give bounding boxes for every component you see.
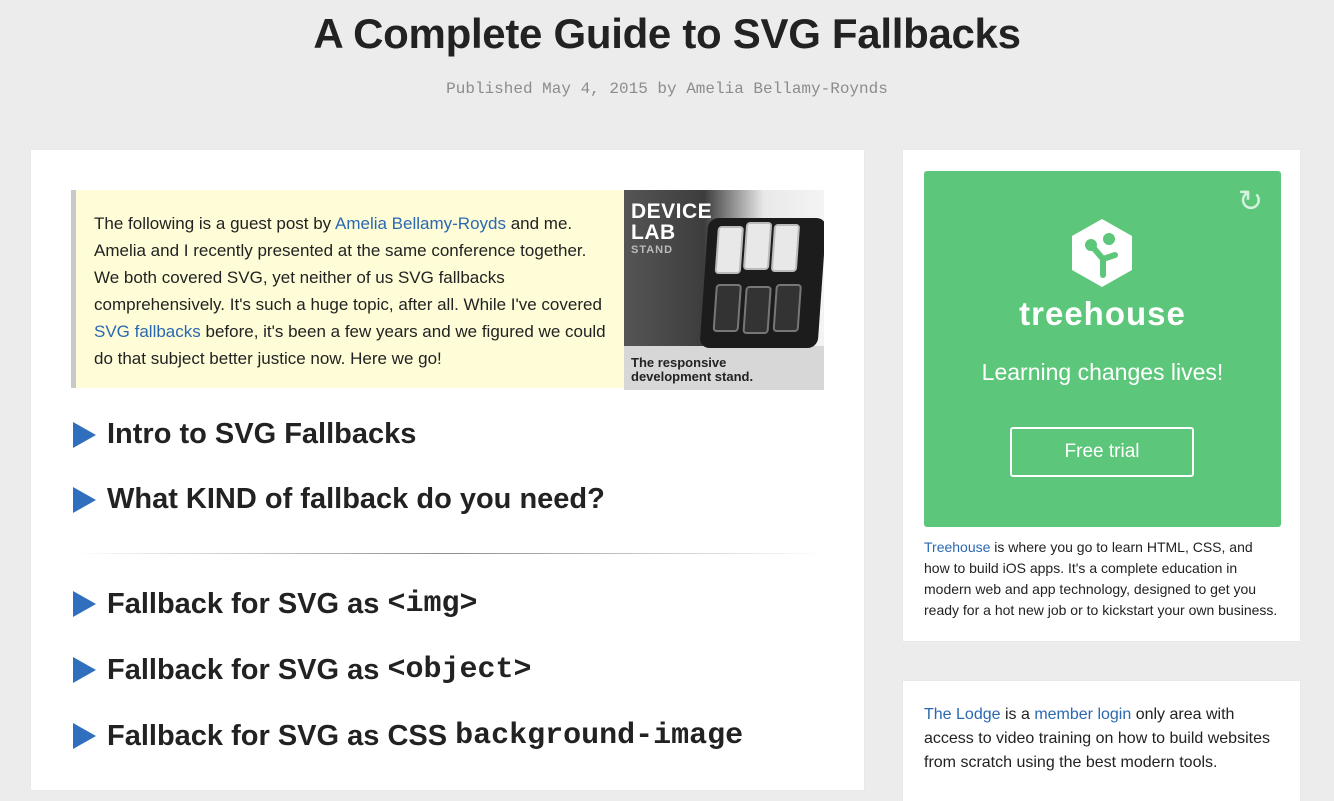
device-stand-image bbox=[699, 218, 824, 348]
treehouse-ad-card: ↻ treehouse Learning changes lives! Free… bbox=[903, 150, 1300, 641]
ad-label-line1: DEVICE bbox=[631, 200, 713, 223]
section-divider bbox=[71, 553, 826, 554]
device-lab-ad[interactable]: DEVICE LAB STAND The responsive developm… bbox=[624, 190, 824, 390]
expand-triangle-icon[interactable] bbox=[73, 657, 96, 683]
author-link[interactable]: Amelia Bellamy-Royds bbox=[335, 214, 506, 233]
phone-image bbox=[772, 284, 802, 332]
intro-quote: The following is a guest post by Amelia … bbox=[71, 190, 624, 388]
section-heading-code: background-image bbox=[455, 719, 744, 753]
treehouse-banner[interactable]: ↻ treehouse Learning changes lives! Free… bbox=[924, 171, 1281, 527]
section-heading-intro[interactable]: Intro to SVG Fallbacks bbox=[73, 418, 416, 451]
ad-label-line2: LAB bbox=[631, 221, 676, 244]
byline-prefix: Published May 4, 2015 by bbox=[446, 80, 687, 98]
section-heading-text: Fallback for SVG as bbox=[107, 587, 388, 620]
treehouse-description: Treehouse is where you go to learn HTML,… bbox=[924, 537, 1281, 621]
ad-caption: The responsive development stand. bbox=[631, 356, 753, 384]
lodge-text-1: is a bbox=[1000, 706, 1035, 723]
phone-image bbox=[714, 226, 744, 274]
ad-label: DEVICE LAB bbox=[631, 201, 712, 243]
page-title: A Complete Guide to SVG Fallbacks bbox=[313, 10, 1021, 57]
section-heading-kind[interactable]: What KIND of fallback do you need? bbox=[73, 483, 605, 516]
member-login-link[interactable]: member login bbox=[1034, 706, 1131, 723]
ad-caption-line2: development stand. bbox=[631, 369, 754, 384]
treehouse-brand: treehouse bbox=[1019, 295, 1186, 332]
section-heading-text: Fallback for SVG as bbox=[107, 653, 388, 686]
page-header: A Complete Guide to SVG Fallbacks Publis… bbox=[0, 0, 1334, 98]
svg-fallbacks-link[interactable]: SVG fallbacks bbox=[94, 322, 201, 341]
section-heading-object[interactable]: Fallback for SVG as <object> bbox=[73, 653, 531, 687]
lodge-description: The Lodge is a member login only area wi… bbox=[924, 703, 1281, 775]
treehouse-tagline: Learning changes lives! bbox=[981, 359, 1224, 385]
treehouse-logo-icon bbox=[1072, 219, 1132, 287]
section-heading-text: Intro to SVG Fallbacks bbox=[107, 418, 417, 450]
expand-triangle-icon[interactable] bbox=[73, 591, 96, 617]
expand-triangle-icon[interactable] bbox=[73, 723, 96, 749]
section-heading-text: Fallback for SVG as CSS bbox=[107, 719, 456, 752]
treehouse-link[interactable]: Treehouse bbox=[924, 539, 990, 555]
phone-image bbox=[742, 222, 773, 270]
lodge-link[interactable]: The Lodge bbox=[924, 706, 1001, 723]
section-heading-code: <object> bbox=[387, 653, 532, 687]
intro-box: The following is a guest post by Amelia … bbox=[71, 190, 824, 390]
section-heading-text: What KIND of fallback do you need? bbox=[107, 483, 605, 515]
section-heading-code: <img> bbox=[387, 587, 478, 621]
replay-icon[interactable]: ↻ bbox=[1238, 187, 1263, 217]
ad-caption-line1: The responsive bbox=[631, 355, 727, 370]
expand-triangle-icon[interactable] bbox=[73, 421, 96, 448]
free-trial-button[interactable]: Free trial bbox=[1010, 427, 1194, 477]
byline: Published May 4, 2015 by Amelia Bellamy-… bbox=[0, 80, 1334, 98]
phone-image bbox=[712, 284, 742, 332]
section-heading-img[interactable]: Fallback for SVG as <img> bbox=[73, 587, 477, 621]
expand-triangle-icon[interactable] bbox=[73, 486, 96, 513]
section-heading-background-image[interactable]: Fallback for SVG as CSS background-image bbox=[73, 719, 743, 753]
ad-label-stand: STAND bbox=[631, 244, 674, 256]
byline-author: Amelia Bellamy-Roynds bbox=[686, 80, 888, 98]
article-card: The following is a guest post by Amelia … bbox=[31, 150, 864, 790]
phone-image bbox=[742, 286, 772, 334]
lodge-card: The Lodge is a member login only area wi… bbox=[903, 681, 1300, 801]
phone-image bbox=[770, 224, 801, 272]
intro-text-1: The following is a guest post by bbox=[94, 214, 335, 233]
